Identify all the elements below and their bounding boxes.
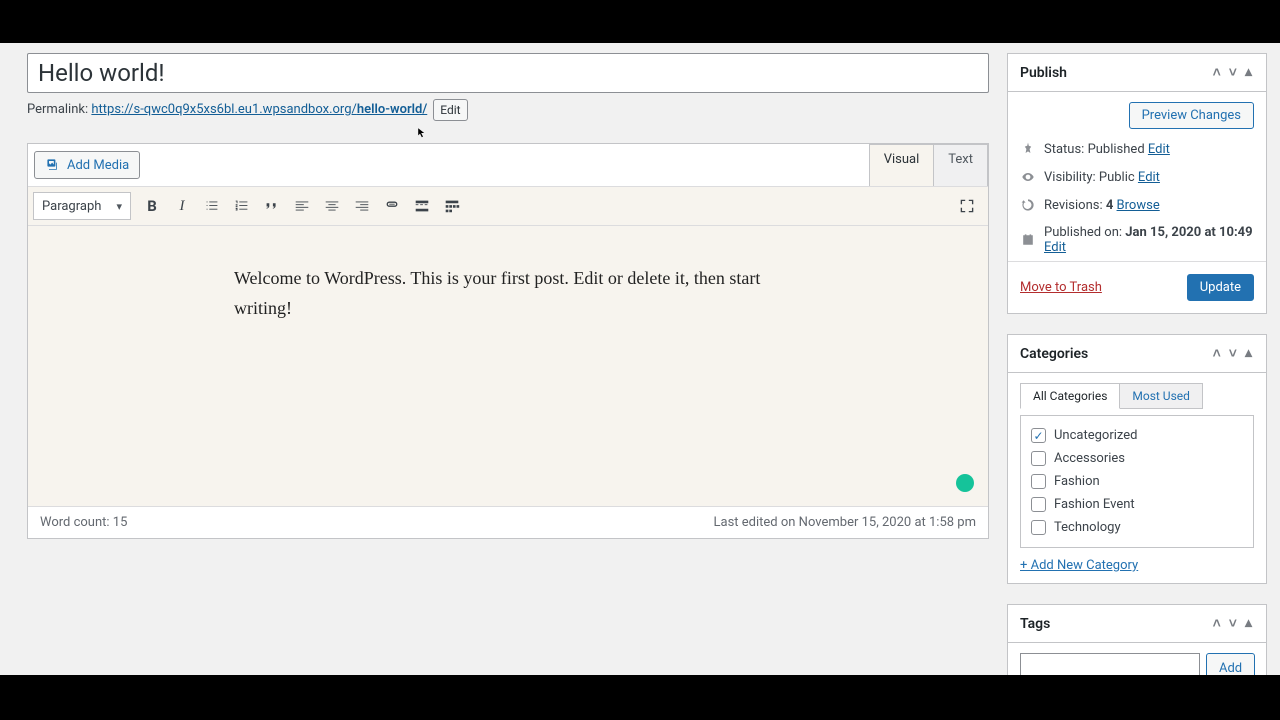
category-item[interactable]: ✓Uncategorized	[1031, 424, 1243, 447]
publish-title: Publish	[1020, 65, 1067, 81]
panel-up-icon[interactable]: ˄	[1211, 64, 1223, 81]
revisions-row: Revisions: 4 Browse	[1008, 191, 1266, 219]
panel-down-icon[interactable]: ˅	[1227, 345, 1239, 362]
tab-text[interactable]: Text	[934, 144, 988, 186]
tab-most-used[interactable]: Most Used	[1120, 383, 1203, 409]
category-item[interactable]: Accessories	[1031, 447, 1243, 470]
bullet-list-button[interactable]	[197, 191, 227, 221]
format-select[interactable]: Paragraph	[33, 192, 131, 220]
move-to-trash[interactable]: Move to Trash	[1020, 280, 1102, 295]
category-item[interactable]: Technology	[1031, 516, 1243, 539]
status-row: Status: Published Edit	[1008, 135, 1266, 163]
category-item[interactable]: Fashion Event	[1031, 493, 1243, 516]
publish-panel: Publish ˄ ˅ ▴ Preview Changes Status: Pu…	[1007, 53, 1267, 314]
revisions-browse[interactable]: Browse	[1117, 198, 1160, 213]
eye-icon	[1020, 169, 1036, 185]
quote-button[interactable]	[257, 191, 287, 221]
editor-container: Add Media Visual Text Paragraph B I	[27, 143, 989, 539]
published-on-row: Published on: Jan 15, 2020 at 10:49 Edit	[1008, 219, 1266, 261]
preview-changes-button[interactable]: Preview Changes	[1129, 102, 1254, 129]
category-item[interactable]: Fashion	[1031, 470, 1243, 493]
align-right-button[interactable]	[347, 191, 377, 221]
permalink-row: Permalink: https://s-qwc0q9x5xs6bl.eu1.w…	[27, 99, 989, 121]
tags-panel: Tags ˄ ˅ ▴ Add	[1007, 604, 1267, 675]
tab-all-categories[interactable]: All Categories	[1020, 383, 1120, 409]
update-button[interactable]: Update	[1187, 274, 1254, 301]
panel-up-icon[interactable]: ˄	[1211, 615, 1223, 632]
permalink-link[interactable]: https://s-qwc0q9x5xs6bl.eu1.wpsandbox.or…	[91, 100, 427, 121]
link-button[interactable]	[377, 191, 407, 221]
panel-collapse-icon[interactable]: ▴	[1243, 64, 1254, 81]
bold-button[interactable]: B	[137, 191, 167, 221]
media-icon	[45, 157, 61, 173]
panel-up-icon[interactable]: ˄	[1211, 345, 1223, 362]
italic-button[interactable]: I	[167, 191, 197, 221]
pin-icon	[1020, 141, 1036, 157]
permalink-label: Permalink:	[27, 100, 88, 121]
permalink-edit-button[interactable]: Edit	[433, 99, 467, 121]
checkbox-icon[interactable]	[1031, 520, 1046, 535]
editor-toolbar: Paragraph B I	[28, 186, 988, 226]
fullscreen-button[interactable]	[952, 191, 982, 221]
status-edit[interactable]: Edit	[1148, 142, 1170, 157]
align-left-button[interactable]	[287, 191, 317, 221]
revision-icon	[1020, 197, 1036, 213]
published-on-edit[interactable]: Edit	[1044, 240, 1066, 255]
panel-down-icon[interactable]: ˅	[1227, 615, 1239, 632]
checkbox-icon[interactable]	[1031, 474, 1046, 489]
editor-content[interactable]: Welcome to WordPress. This is your first…	[28, 226, 988, 506]
visibility-row: Visibility: Public Edit	[1008, 163, 1266, 191]
add-new-category[interactable]: + Add New Category	[1020, 558, 1138, 573]
tag-input[interactable]	[1020, 653, 1200, 675]
visibility-edit[interactable]: Edit	[1138, 170, 1160, 185]
grammarly-icon	[956, 474, 974, 492]
readmore-button[interactable]	[407, 191, 437, 221]
post-title-input[interactable]	[27, 53, 989, 93]
panel-collapse-icon[interactable]: ▴	[1243, 345, 1254, 362]
categories-panel: Categories ˄ ˅ ▴ All Categories Most Use…	[1007, 334, 1267, 584]
calendar-icon	[1020, 232, 1036, 248]
tab-visual[interactable]: Visual	[869, 144, 935, 186]
align-center-button[interactable]	[317, 191, 347, 221]
panel-collapse-icon[interactable]: ▴	[1243, 615, 1254, 632]
checkbox-icon[interactable]: ✓	[1031, 428, 1046, 443]
panel-down-icon[interactable]: ˅	[1227, 64, 1239, 81]
toolbar-toggle-button[interactable]	[437, 191, 467, 221]
checkbox-icon[interactable]	[1031, 451, 1046, 466]
add-media-button[interactable]: Add Media	[34, 151, 140, 179]
number-list-button[interactable]	[227, 191, 257, 221]
editor-footer: Word count: 15 Last edited on November 1…	[28, 506, 988, 538]
add-tag-button[interactable]: Add	[1206, 653, 1255, 675]
cursor-icon	[417, 127, 429, 139]
checkbox-icon[interactable]	[1031, 497, 1046, 512]
